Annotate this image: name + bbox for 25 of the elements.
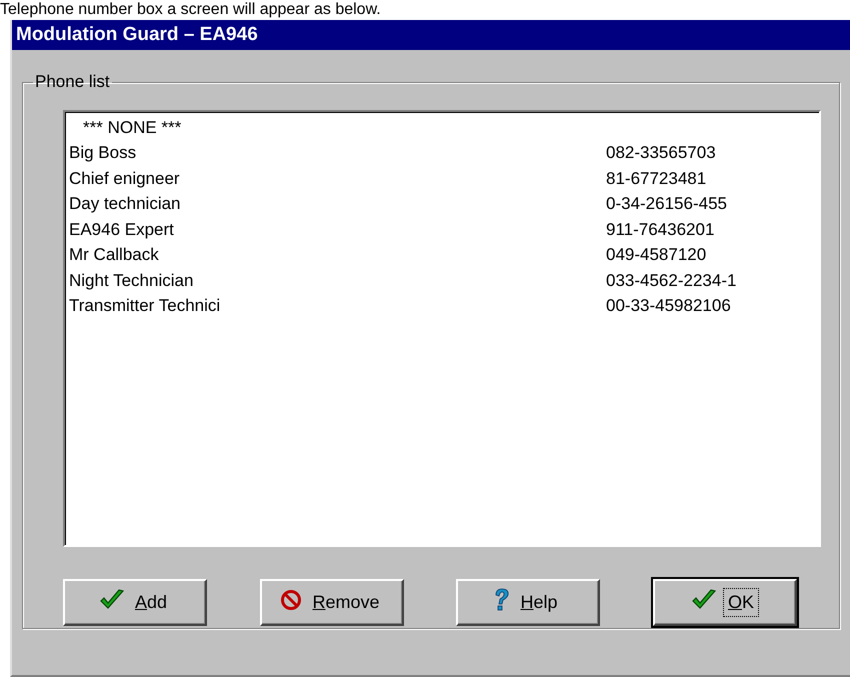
contact-name[interactable]: Big Boss	[69, 143, 136, 162]
phone-number: 0-34-26156-455	[606, 194, 727, 214]
phone-number: 033-4562-2234-1	[606, 270, 736, 291]
caption-text: Telephone number box a screen will appear as below.	[0, 0, 381, 19]
confirm-button[interactable]: OK	[653, 579, 797, 626]
list-item[interactable]: *** NONE ***	[69, 118, 182, 138]
group-label: Phone list	[34, 72, 111, 92]
contact-name[interactable]: Night Technician	[69, 270, 194, 290]
confirm-button[interactable]: Add	[63, 579, 207, 626]
phone-number: 911-76436201	[606, 220, 714, 240]
contact-name[interactable]: Day technician	[69, 194, 181, 214]
contact-name[interactable]: Chief enigneer	[69, 168, 180, 188]
prohibited-icon	[280, 589, 302, 611]
contact-name[interactable]: Mr Callback	[69, 245, 159, 264]
phone-list[interactable]	[63, 110, 821, 547]
phone-number: 81-67723481	[606, 168, 706, 189]
phone-number: 082-33565703	[606, 143, 716, 164]
phone-number: 049-4587120	[606, 245, 706, 266]
contact-name[interactable]: Transmitter Technici	[69, 296, 220, 316]
window-title: Modulation Guard – EA946	[16, 24, 258, 46]
phone-number: 00-33-45982106	[606, 296, 731, 316]
contact-name[interactable]: EA946 Expert	[69, 220, 174, 239]
question-mark-icon	[494, 588, 510, 612]
help-button[interactable]: Help	[456, 579, 600, 626]
remove-button[interactable]: Remove	[260, 579, 404, 626]
